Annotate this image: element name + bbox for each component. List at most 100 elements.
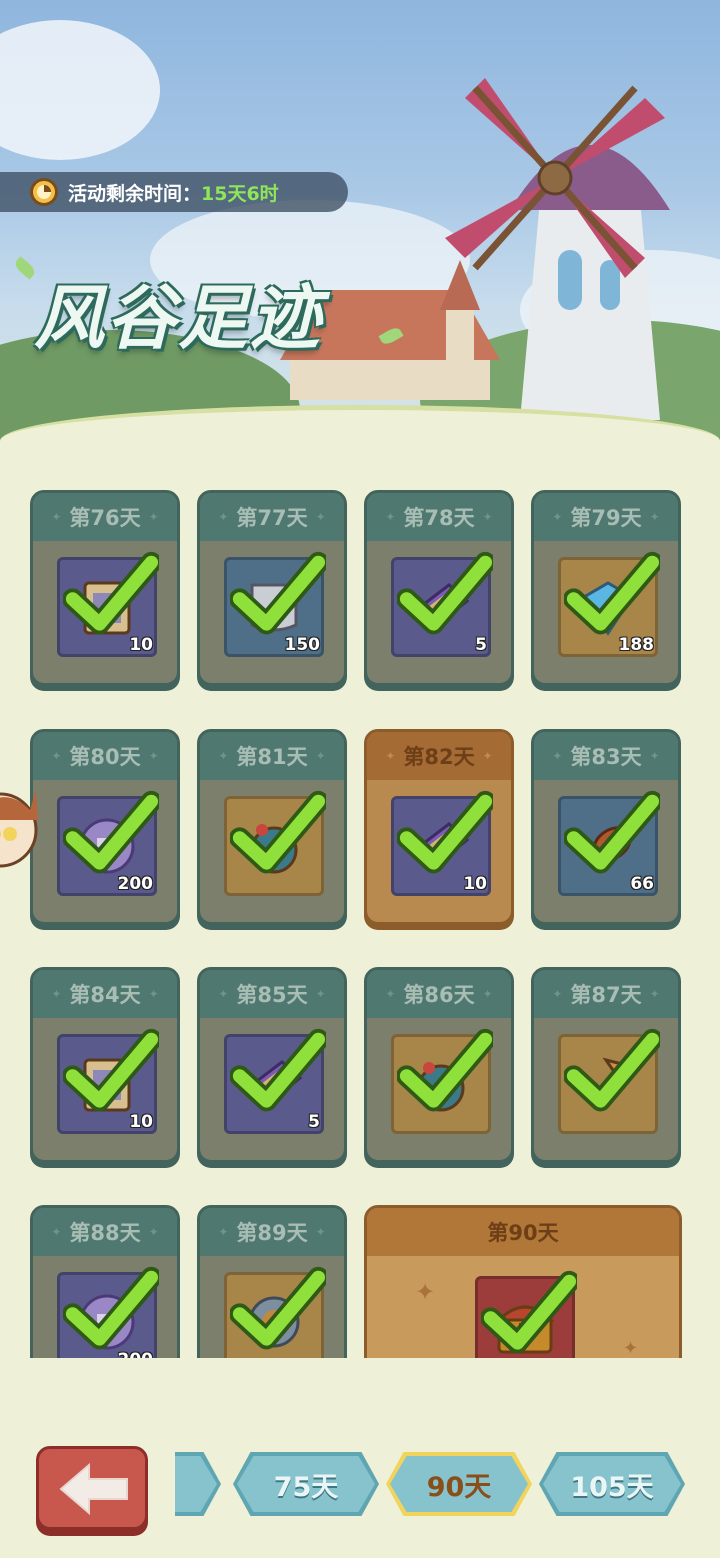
- cloud: [0, 20, 160, 160]
- day-label: 第83天: [570, 745, 642, 769]
- reward-quantity: 5: [475, 635, 487, 655]
- bottom-bar: 天 75天 90天 105天: [0, 1358, 720, 1558]
- arrow-left-icon: [59, 1462, 128, 1516]
- event-banner: 活动剩余时间： 15天6时 风谷足迹: [0, 0, 720, 470]
- day-card-header: ✦ 第81天 ✦: [200, 732, 344, 780]
- day-label: 第86天: [403, 983, 475, 1007]
- day-label: 第77天: [236, 506, 308, 530]
- diamond-ornament-icon: ✦: [218, 1225, 229, 1239]
- reward-tile: [224, 790, 326, 896]
- event-title: 风谷足迹: [34, 276, 322, 359]
- day-card-header: ✦ 第86天 ✦: [367, 970, 511, 1018]
- reward-tile: [391, 1028, 493, 1134]
- back-button[interactable]: [36, 1446, 148, 1530]
- diamond-ornament-icon: ✦: [482, 987, 493, 1001]
- diamond-ornament-icon: ✦: [148, 1225, 159, 1239]
- reward-tile: [475, 1270, 577, 1358]
- diamond-ornament-icon: ✦: [218, 987, 229, 1001]
- coin-icon: [79, 1294, 135, 1350]
- treasure-chest-icon: [495, 1305, 555, 1354]
- grand-reward-card[interactable]: 第90天 ✦ ✦: [364, 1205, 682, 1358]
- reward-quantity: 10: [129, 635, 153, 655]
- day-reward-card[interactable]: ✦ 第89天 ✦: [197, 1205, 347, 1358]
- reward-tile: [558, 1028, 660, 1134]
- day-label: 第78天: [403, 506, 475, 530]
- day-reward-card[interactable]: ✦ 第77天 ✦ 150: [197, 490, 347, 686]
- reward-tile: 5: [391, 551, 493, 657]
- mascot-avatar[interactable]: [0, 780, 44, 870]
- clock-icon: [30, 178, 58, 206]
- diamond-ornament-icon: ✦: [51, 510, 62, 524]
- diamond-ornament-icon: ✦: [649, 510, 660, 524]
- day-label: 第87天: [570, 983, 642, 1007]
- day-card-header: ✦ 第80天 ✦: [33, 732, 177, 780]
- day-tab-75[interactable]: 75天: [233, 1452, 379, 1516]
- day-reward-card[interactable]: ✦ 第79天 ✦ 188: [531, 490, 681, 686]
- reward-tile: 150: [224, 551, 326, 657]
- day-card-header: ✦ 第77天 ✦: [200, 493, 344, 541]
- day-label: 第84天: [69, 983, 141, 1007]
- diamond-ornament-icon: ✦: [148, 987, 159, 1001]
- timer-value: 15天6时: [201, 182, 279, 205]
- reward-tile: 10: [57, 1028, 159, 1134]
- diamond-ornament-icon: ✦: [315, 987, 326, 1001]
- reward-quantity: 200: [117, 874, 154, 894]
- day-card-header: ✦ 第82天 ✦: [367, 732, 511, 780]
- timer-label: 活动剩余时间：: [68, 182, 202, 205]
- day-reward-card[interactable]: ✦ 第83天 ✦ 66: [531, 729, 681, 925]
- day-label: 第81天: [236, 745, 308, 769]
- day-reward-card[interactable]: ✦ 第86天 ✦: [364, 967, 514, 1163]
- day-label: 第82天: [403, 745, 475, 769]
- day-reward-card[interactable]: ✦ 第81天 ✦: [197, 729, 347, 925]
- crystal-icon: [581, 581, 635, 636]
- diamond-ornament-icon: ✦: [482, 510, 493, 524]
- sparkle-icon: ✦: [623, 1338, 639, 1358]
- day-reward-card[interactable]: ✦ 第88天 ✦ 200: [30, 1205, 180, 1358]
- diamond-ornament-icon: ✦: [315, 749, 326, 763]
- reward-quantity: 200: [118, 1350, 154, 1358]
- day-card-header: ✦ 第89天 ✦: [200, 1208, 344, 1256]
- reward-quantity: 10: [129, 1112, 153, 1132]
- day-label: 第89天: [236, 1221, 308, 1245]
- diamond-ornament-icon: ✦: [385, 749, 396, 763]
- diamond-ornament-icon: ✦: [315, 510, 326, 524]
- reward-quantity: 5: [308, 1112, 320, 1132]
- diamond-ornament-icon: ✦: [51, 987, 62, 1001]
- day-reward-card[interactable]: ✦ 第78天 ✦ 5: [364, 490, 514, 686]
- diamond-ornament-icon: ✦: [649, 987, 660, 1001]
- day-label: 第88天: [69, 1221, 141, 1245]
- scroll-icon: [83, 1058, 131, 1112]
- grand-reward-day-label: 第90天: [487, 1221, 559, 1245]
- reward-quantity: 188: [618, 635, 655, 655]
- parchment-icon: [250, 583, 298, 632]
- axe-icon: [593, 1057, 632, 1101]
- day-card-header: ✦ 第79天 ✦: [534, 493, 678, 541]
- reward-tile: 66: [558, 790, 660, 896]
- day-reward-card[interactable]: ✦ 第84天 ✦ 10: [30, 967, 180, 1163]
- grand-reward-header: 第90天: [367, 1208, 679, 1256]
- day-reward-card[interactable]: ✦ 第85天 ✦ 5: [197, 967, 347, 1163]
- reward-tile: 10: [391, 790, 493, 896]
- day-tab-90[interactable]: 90天: [386, 1452, 532, 1516]
- windmill-icon: [445, 78, 670, 420]
- day-card-header: ✦ 第78天 ✦: [367, 493, 511, 541]
- day-reward-card[interactable]: ✦ 第82天 ✦ 10: [364, 729, 514, 925]
- diamond-ornament-icon: ✦: [218, 749, 229, 763]
- diamond-ornament-icon: ✦: [148, 749, 159, 763]
- day-label: 第80天: [69, 745, 141, 769]
- day-reward-card[interactable]: ✦ 第87天 ✦: [531, 967, 681, 1163]
- diamond-ornament-icon: ✦: [385, 510, 396, 524]
- book-icon: [245, 1060, 303, 1109]
- reward-tile: [224, 1266, 326, 1358]
- sparkle-icon: ✦: [415, 1278, 436, 1306]
- day-tab-105[interactable]: 105天: [539, 1452, 685, 1516]
- day-reward-card[interactable]: ✦ 第76天 ✦ 10: [30, 490, 180, 686]
- reward-quantity: 150: [284, 635, 321, 655]
- day-tab-prev[interactable]: 天: [175, 1452, 221, 1516]
- reward-tile: 188: [558, 551, 660, 657]
- day-card-header: ✦ 第83天 ✦: [534, 732, 678, 780]
- day-label: 第85天: [236, 983, 308, 1007]
- day-label: 第76天: [69, 506, 141, 530]
- diamond-ornament-icon: ✦: [649, 749, 660, 763]
- day-reward-card[interactable]: ✦ 第80天 ✦ 200: [30, 729, 180, 925]
